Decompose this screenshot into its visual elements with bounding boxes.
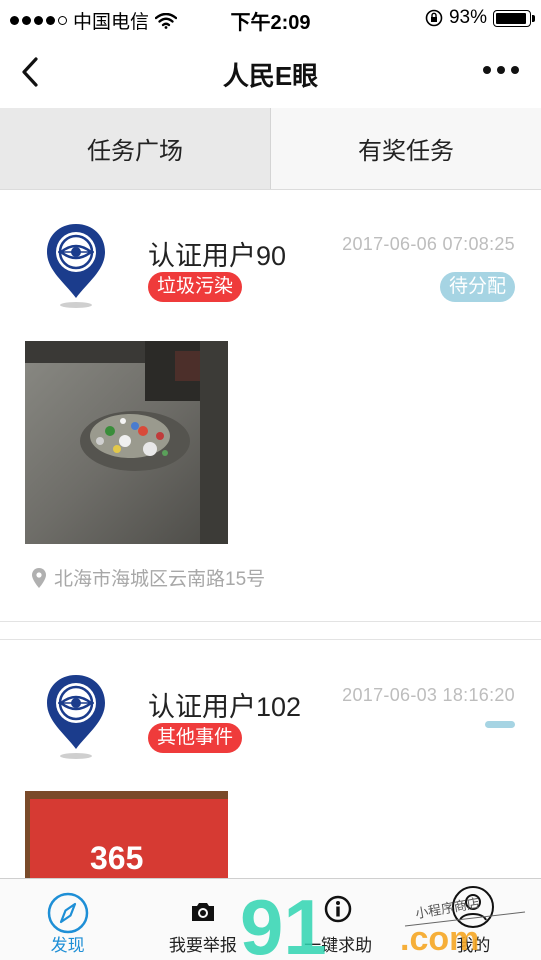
navigation-bar: 人民E眼: [0, 36, 541, 108]
report-photo[interactable]: 365: [25, 791, 228, 879]
tab-task-square[interactable]: 任务广场: [0, 108, 271, 189]
tab-reward-tasks[interactable]: 有奖任务: [271, 108, 541, 189]
user-icon: [452, 886, 495, 928]
compass-icon: [47, 892, 88, 934]
tabbar-item-help[interactable]: 一键求助: [271, 879, 406, 960]
battery-icon: [493, 9, 535, 27]
photo-text: 365: [90, 840, 143, 876]
tabbar-item-mine[interactable]: 我的: [406, 879, 541, 960]
status-badge: [485, 721, 515, 728]
location-pin-icon: [32, 567, 46, 588]
tabbar-label: 我要举报: [168, 936, 237, 955]
status-bar-right: 93%: [425, 7, 535, 29]
eye-logo-icon: [47, 224, 105, 308]
tabbar-item-report[interactable]: 我要举报: [135, 879, 270, 960]
info-icon: [324, 895, 352, 923]
report-photo[interactable]: [25, 341, 228, 544]
tabbar-label: 我的: [456, 936, 491, 955]
post-time: 2017-06-03 18:16:20: [342, 685, 515, 705]
segment-tabs: 任务广场 有奖任务: [0, 108, 541, 190]
bottom-tab-bar: 发现 我要举报 一键求助 我的: [0, 878, 541, 960]
location-row: 北海市海城区云南路15号: [32, 564, 265, 591]
card-divider: [0, 622, 541, 640]
eye-logo-icon: [47, 675, 105, 759]
post-time: 2017-06-06 07:08:25: [342, 234, 515, 254]
tabbar-item-discover[interactable]: 发现: [0, 879, 135, 960]
tabbar-label: 一键求助: [304, 936, 373, 955]
user-name: 认证用户102: [148, 692, 302, 722]
battery-percent: 93%: [448, 7, 487, 28]
user-name: 认证用户90: [148, 241, 287, 271]
report-card[interactable]: 认证用户90 2017-06-06 07:08:25 垃圾污染 待分配 北海市海…: [0, 190, 541, 622]
rotation-lock-icon: [425, 9, 443, 27]
camera-icon: [191, 903, 214, 921]
more-dots-icon[interactable]: [483, 66, 519, 74]
category-tag: 垃圾污染: [148, 272, 243, 302]
report-card[interactable]: 认证用户102 2017-06-03 18:16:20 其他事件 365: [0, 641, 541, 879]
location-text: 北海市海城区云南路15号: [54, 569, 266, 590]
status-badge: 待分配: [439, 272, 515, 302]
category-tag: 其他事件: [148, 723, 243, 753]
page-title: 人民E眼: [222, 61, 319, 91]
status-bar: 中国电信 下午2:09 93%: [0, 0, 541, 36]
